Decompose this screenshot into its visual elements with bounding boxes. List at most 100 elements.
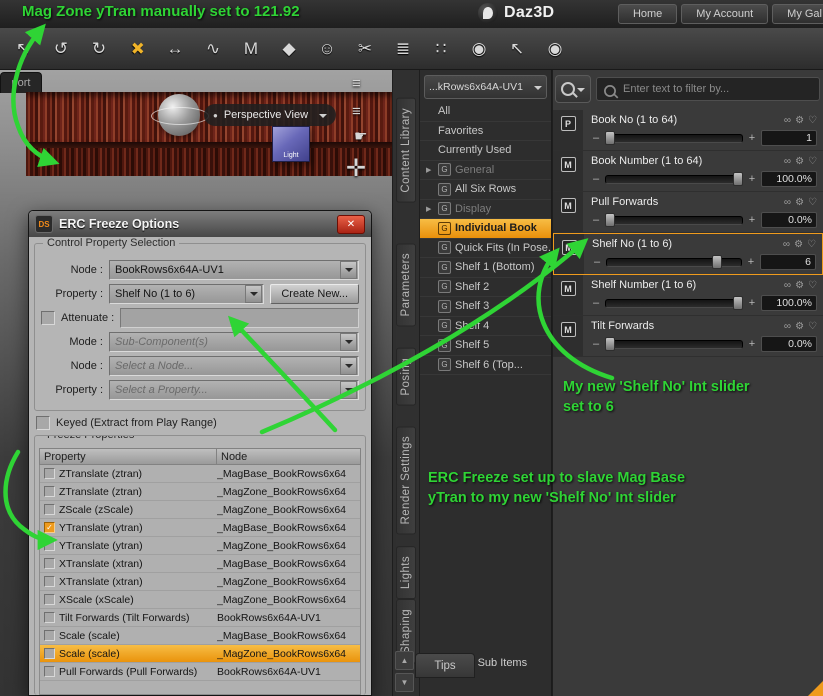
freeze-property-row[interactable]: ✓ XTranslate (xtran) _MagBase_BookRows6x… (40, 555, 360, 573)
freeze-row-checkbox[interactable]: ✓ (44, 504, 55, 515)
dots-tool-icon[interactable]: ∷ (426, 34, 456, 64)
view-selector-dropdown[interactable]: ● Perspective View (204, 104, 336, 126)
freeze-property-row[interactable]: ✓ XScale (xScale) _MagZone_BookRows6x64 (40, 591, 360, 609)
gear-icon[interactable]: ⚙ (795, 156, 804, 167)
slider-track[interactable] (605, 212, 743, 227)
freeze-property-row[interactable]: ✓ Scale (scale) _MagBase_BookRows6x64 (40, 627, 360, 645)
slave-property-combo[interactable]: Select a Property... (109, 380, 359, 400)
node-selection-tool-icon[interactable]: ↖ (8, 34, 38, 64)
scale-tool-icon[interactable]: ↔ (160, 34, 190, 64)
slider-increment-button[interactable]: + (747, 132, 757, 144)
freeze-row-checkbox[interactable]: ✓ (44, 558, 55, 569)
scroll-down-button[interactable]: ▼ (395, 673, 414, 692)
nav-my-gallery-button[interactable]: My Gal (772, 4, 823, 24)
spline-connect-tool-icon[interactable]: ∿ (198, 34, 228, 64)
group-quick-fits[interactable]: ▶ G Quick Fits (In Pose... (420, 239, 551, 258)
viewport-options-icon[interactable]: ≡ (352, 103, 361, 120)
parameter-scope-dropdown[interactable]: ...kRows6x64A-UV1 (424, 75, 547, 99)
slider-increment-button[interactable]: + (746, 256, 756, 268)
link-icon[interactable]: ∞ (784, 156, 791, 167)
snapshot-camera-icon[interactable]: ◉ (540, 34, 570, 64)
freeze-property-row[interactable]: ✓ XTranslate (xtran) _MagZone_BookRows6x… (40, 573, 360, 591)
create-new-button[interactable]: Create New... (270, 284, 359, 304)
group-shelf-5[interactable]: ▶ G Shelf 5 (420, 336, 551, 356)
expander-icon[interactable]: ▶ (426, 205, 434, 213)
group-shelf-3[interactable]: ▶ G Shelf 3 (420, 297, 551, 317)
filter-input[interactable] (596, 77, 820, 101)
comb-tool-icon[interactable]: ≣ (388, 34, 418, 64)
heart-icon[interactable]: ♡ (808, 280, 817, 291)
mode-combo[interactable]: Sub-Component(s) (109, 332, 359, 352)
heart-icon[interactable]: ♡ (807, 239, 816, 250)
slider-value[interactable]: 100.0% (761, 295, 817, 311)
heart-icon[interactable]: ♡ (808, 321, 817, 332)
slider-track[interactable] (605, 336, 743, 351)
group-shelf-1[interactable]: ▶ G Shelf 1 (Bottom) (420, 258, 551, 278)
attenuate-checkbox[interactable]: ✓ (41, 311, 55, 325)
tab-lights[interactable]: Lights (396, 546, 416, 600)
tips-tab[interactable]: Tips (415, 653, 475, 678)
slider-decrement-button[interactable]: – (591, 173, 601, 185)
resize-grip-icon[interactable] (808, 681, 823, 696)
orbit-rotate-tool-icon[interactable]: ↻ (84, 34, 114, 64)
property-combo[interactable]: Shelf No (1 to 6) (109, 284, 265, 304)
freeze-row-checkbox[interactable]: ✓ (44, 522, 55, 533)
rotate-tool-icon[interactable]: ↺ (46, 34, 76, 64)
group-display[interactable]: ▶ G Display (420, 200, 551, 219)
tab-parameters[interactable]: Parameters (396, 242, 416, 327)
gear-icon[interactable]: ⚙ (794, 239, 803, 250)
heart-icon[interactable]: ♡ (808, 197, 817, 208)
keyed-checkbox[interactable]: ✓ (36, 416, 50, 430)
slider-track[interactable] (606, 254, 742, 269)
tab-posing[interactable]: Posing (396, 348, 416, 406)
scroll-up-button[interactable]: ▲ (395, 651, 414, 670)
freeze-property-row[interactable]: ✓ ZTranslate (ztran) _MagZone_BookRows6x… (40, 483, 360, 501)
tab-content-library[interactable]: Content Library (396, 98, 416, 203)
render-camera-icon[interactable]: ◉ (464, 34, 494, 64)
light-gizmo-cube[interactable]: Light (272, 126, 310, 162)
freeze-row-checkbox[interactable]: ✓ (44, 648, 55, 659)
slider-handle[interactable] (605, 130, 616, 145)
slider-increment-button[interactable]: + (747, 338, 757, 350)
slave-node-combo[interactable]: Select a Node... (109, 356, 359, 376)
close-icon[interactable]: ✕ (337, 214, 365, 234)
slider-track[interactable] (605, 171, 743, 186)
nav-home-button[interactable]: Home (617, 4, 678, 24)
slider-decrement-button[interactable]: – (591, 338, 601, 350)
group-individual-book[interactable]: ▶ G Individual Book (420, 219, 551, 239)
slider-handle[interactable] (605, 212, 616, 227)
slider-value[interactable]: 0.0% (761, 212, 817, 228)
freeze-row-checkbox[interactable]: ✓ (44, 576, 55, 587)
freeze-property-row[interactable]: ✓ YTranslate (ytran) _MagZone_BookRows6x… (40, 537, 360, 555)
heart-icon[interactable]: ♡ (808, 115, 817, 126)
group-all-six-rows[interactable]: ▶ G All Six Rows (420, 180, 551, 200)
freeze-property-row[interactable]: ✓ ZScale (zScale) _MagZone_BookRows6x64 (40, 501, 360, 519)
slider-increment-button[interactable]: + (747, 173, 757, 185)
slider-track[interactable] (605, 295, 743, 310)
viewport-tab[interactable]: port (0, 72, 42, 93)
slider-value[interactable]: 6 (760, 254, 816, 270)
pointer-tool-icon[interactable]: ↖ (502, 34, 532, 64)
link-icon[interactable]: ∞ (783, 239, 790, 250)
filter-currently-used[interactable]: ▶ G Currently Used (420, 141, 551, 161)
universal-manipulator-icon[interactable]: ✚ (116, 27, 158, 69)
freeze-row-checkbox[interactable]: ✓ (44, 468, 55, 479)
link-icon[interactable]: ∞ (784, 280, 791, 291)
freeze-property-row[interactable]: ✓ YTranslate (ytran) _MagBase_BookRows6x… (40, 519, 360, 537)
slider-handle[interactable] (732, 295, 743, 310)
slider-value[interactable]: 100.0% (761, 171, 817, 187)
slider-decrement-button[interactable]: – (591, 297, 601, 309)
slider-value[interactable]: 1 (761, 130, 817, 146)
slider-handle[interactable] (711, 254, 722, 269)
freeze-property-row[interactable]: ✓ Tilt Forwards (Tilt Forwards) BookRows… (40, 609, 360, 627)
slider-handle[interactable] (605, 336, 616, 351)
cut-tool-icon[interactable]: ✂ (350, 34, 380, 64)
freeze-property-row[interactable]: ✓ Scale (scale) _MagZone_BookRows6x64 (40, 645, 360, 663)
link-icon[interactable]: ∞ (784, 197, 791, 208)
slider-track[interactable] (605, 130, 743, 145)
freeze-property-row[interactable]: ✓ Pull Forwards (Pull Forwards) BookRows… (40, 663, 360, 681)
magnet-m-tool-icon[interactable]: M (236, 34, 266, 64)
link-icon[interactable]: ∞ (784, 321, 791, 332)
group-shelf-6[interactable]: ▶ G Shelf 6 (Top... (420, 356, 551, 375)
dialog-titlebar[interactable]: DS ERC Freeze Options ✕ (29, 211, 371, 237)
